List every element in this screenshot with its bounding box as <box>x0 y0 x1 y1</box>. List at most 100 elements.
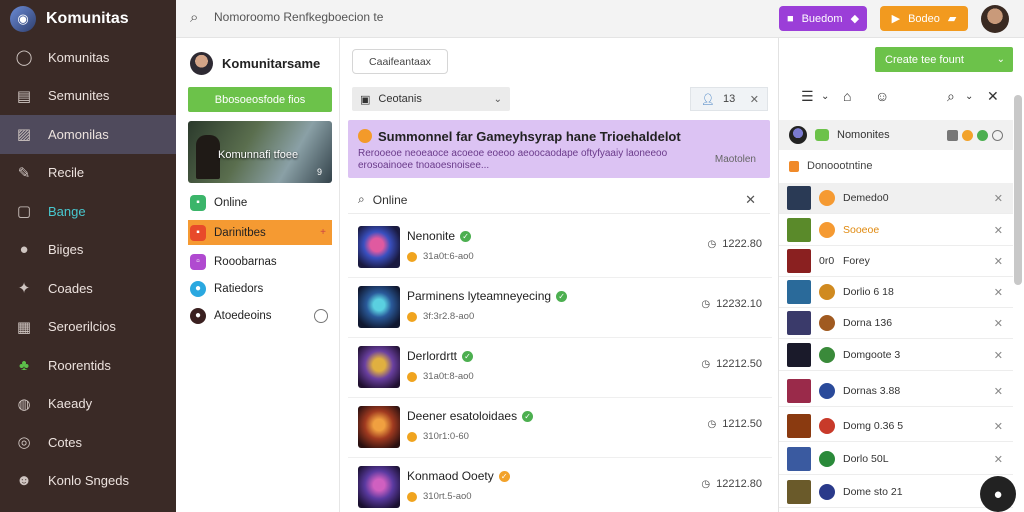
member-name: Parminens lyteamneyecing <box>407 289 552 303</box>
chat-fab-button[interactable]: ● <box>980 476 1016 512</box>
scrollbar[interactable] <box>1014 95 1022 285</box>
channel-online[interactable]: ▪ Online <box>188 190 332 215</box>
nav-item-komunitas[interactable]: ◯ Komunitas <box>0 38 176 77</box>
right-list-item[interactable]: Dome sto 21 <box>779 477 1013 508</box>
filter-button[interactable]: Caaifeantaax <box>352 49 448 74</box>
right-list-item[interactable]: Sooeoe ✕ <box>779 215 1013 246</box>
remove-icon[interactable]: ✕ <box>994 317 1003 330</box>
right-list-item[interactable]: Domg 0.36 5 ✕ <box>779 411 1013 442</box>
member-counter[interactable]: 👤︎ 13 ✕ <box>690 87 768 111</box>
remove-icon[interactable]: ✕ <box>994 286 1003 299</box>
right-list-item[interactable]: Dorlio 6 18 ✕ <box>779 277 1013 308</box>
join-button[interactable]: Bbosoeosfode fios <box>188 87 332 112</box>
right-panel: Create tee fount ⌄ ☰ ⌄ ⌂ ☺ ⌕ ⌄ ✕ Nomonit… <box>778 38 1013 512</box>
purple-action-button[interactable]: ■ Buedom ◆ <box>779 6 867 31</box>
close-icon[interactable]: ✕ <box>750 93 759 106</box>
layout-icon[interactable]: ☰ <box>801 88 814 105</box>
status-icon <box>819 284 835 300</box>
channel-ratiedors[interactable]: ● Ratiedors <box>188 276 332 301</box>
member-row[interactable]: Nenonite ✓ 31a0t:6-ao0 ◷ 1222.80 <box>348 218 772 278</box>
member-time-value: 12232.10 <box>716 298 762 310</box>
nav-item-semunites[interactable]: ▤ Semunites <box>0 77 176 116</box>
clear-search-icon[interactable]: ✕ <box>745 192 756 208</box>
remove-icon[interactable]: ✕ <box>994 255 1003 268</box>
member-search[interactable]: ⌕ Online ✕ <box>348 186 770 214</box>
member-name: Nenonite <box>407 229 456 243</box>
right-list-item[interactable]: Dorlo 50L ✕ <box>779 444 1013 475</box>
clock-icon: ◷ <box>707 418 717 430</box>
user-icon: 👤︎ <box>701 93 715 106</box>
item-thumbnail <box>787 379 811 403</box>
remove-icon[interactable]: ✕ <box>994 420 1003 433</box>
right-toolbar: ☰ ⌄ ⌂ ☺ ⌕ ⌄ ✕ <box>779 88 1013 112</box>
item-thumbnail <box>787 414 811 438</box>
nav-item-seroerilcios[interactable]: ▦ Seroerilcios <box>0 308 176 347</box>
nav-item-konlo-sngeds[interactable]: ☻ Konlo Sngeds <box>0 462 176 501</box>
member-name-line: Derlordrtt ✓ <box>407 349 474 363</box>
orange-action-button[interactable]: ▶ Bodeo ▰ <box>880 6 968 31</box>
home-icon[interactable]: ⌂ <box>843 88 851 104</box>
nav-item-recile[interactable]: ✎ Recile <box>0 154 176 193</box>
promo-banner[interactable]: Summonnel far Gameyhsyrap hane Trioehald… <box>348 120 770 178</box>
add-icon[interactable]: + <box>320 227 326 238</box>
community-header[interactable]: Komunitarsame <box>190 52 320 75</box>
channel-darinitbes[interactable]: ▪ Darinitbes + <box>188 220 332 245</box>
create-button[interactable]: Create tee fount ⌄ <box>875 47 1013 72</box>
member-search-input[interactable]: Online <box>373 193 408 207</box>
nav-item-bange[interactable]: ▢ Bange <box>0 192 176 231</box>
community-banner[interactable]: Komunnafi tfoee 9 <box>188 121 332 183</box>
right-list-item[interactable]: Dorna 136 ✕ <box>779 308 1013 339</box>
user-avatar[interactable] <box>981 5 1009 33</box>
member-name: Deener esatoloidaes <box>407 409 518 423</box>
global-search-input[interactable]: Nomoroomo Renfkegboecion te <box>214 10 383 24</box>
right-list-item[interactable]: 0r0 Forey ✕ <box>779 246 1013 277</box>
member-time-value: 1222.80 <box>722 238 762 250</box>
member-name-line: Deener esatoloidaes ✓ <box>407 409 534 423</box>
main-content: Caaifeantaax ▣ Ceotanis ⌄ 👤︎ 13 ✕ Summon… <box>340 38 778 512</box>
radio-toggle[interactable] <box>992 129 1003 141</box>
status-icon <box>819 383 835 399</box>
promo-action-button[interactable]: Maotolen <box>715 154 756 165</box>
nav-item-biiges[interactable]: ● Biiges <box>0 231 176 270</box>
remove-icon[interactable]: ✕ <box>994 349 1003 362</box>
right-panel-header[interactable]: Nomonites <box>779 120 1013 150</box>
nav-item-cotes[interactable]: ◎ Cotes <box>0 423 176 462</box>
right-list-item[interactable]: Demedo0 ✕ <box>779 183 1013 214</box>
folder-icon: ▰ <box>947 13 957 25</box>
clover-icon: ♣ <box>19 356 29 374</box>
right-list-item[interactable]: Dornas 3.88 ✕ <box>779 376 1013 407</box>
remove-icon[interactable]: ✕ <box>994 224 1003 237</box>
channel-rooobarnas[interactable]: ▫ Rooobarnas <box>188 249 332 274</box>
radio-toggle[interactable] <box>314 308 328 323</box>
nav-item-kaeady[interactable]: ◍ Kaeady <box>0 385 176 424</box>
remove-icon[interactable]: ✕ <box>994 453 1003 466</box>
nav-item-coades[interactable]: ✦ Coades <box>0 269 176 308</box>
item-label: Forey <box>843 255 870 267</box>
smiley-icon[interactable]: ☺ <box>875 88 889 104</box>
nav-item-roorentids[interactable]: ♣ Roorentids <box>0 346 176 385</box>
nav-item-aomonilas[interactable]: ▨ Aomonilas <box>0 115 176 154</box>
member-row[interactable]: Parminens lyteamneyecing ✓ 3f:3r2.8-ao0 ◷… <box>348 278 772 338</box>
channel-atoedeoins[interactable]: ● Atoedeoins <box>188 303 332 328</box>
remove-icon[interactable]: ✕ <box>994 385 1003 398</box>
channel-label: Online <box>214 196 248 209</box>
search-icon[interactable]: ⌕ <box>947 88 955 105</box>
verified-icon: ✓ <box>462 350 474 362</box>
grid-icon: ▦ <box>16 318 32 336</box>
right-list-item[interactable]: Domgoote 3 ✕ <box>779 340 1013 371</box>
close-icon[interactable]: ✕ <box>987 88 999 105</box>
chevron-down-icon[interactable]: ⌄ <box>965 91 973 102</box>
remove-icon[interactable]: ✕ <box>994 192 1003 205</box>
member-row[interactable]: Deener esatoloidaes ✓ 310r1:0-60 ◷ 1212.50 <box>348 398 772 458</box>
community-avatar <box>190 52 213 75</box>
right-header-label: Nomonites <box>837 129 890 141</box>
brand[interactable]: ◉ Komunitas <box>0 0 176 38</box>
member-row[interactable]: Konmaod Ooety ✓ 310rt.5-ao0 ◷ 12212.80 <box>348 458 772 512</box>
community-name: Komunitarsame <box>222 56 321 71</box>
category-select[interactable]: ▣ Ceotanis ⌄ <box>352 87 510 111</box>
chevron-down-icon[interactable]: ⌄ <box>821 91 829 102</box>
pencil-icon: ✎ <box>17 164 31 182</box>
item-label: Domg 0.36 5 <box>843 420 904 432</box>
diamond-icon: ◆ <box>850 13 860 25</box>
member-row[interactable]: Derlordrtt ✓ 31a0t:8-ao0 ◷ 12212.50 <box>348 338 772 398</box>
